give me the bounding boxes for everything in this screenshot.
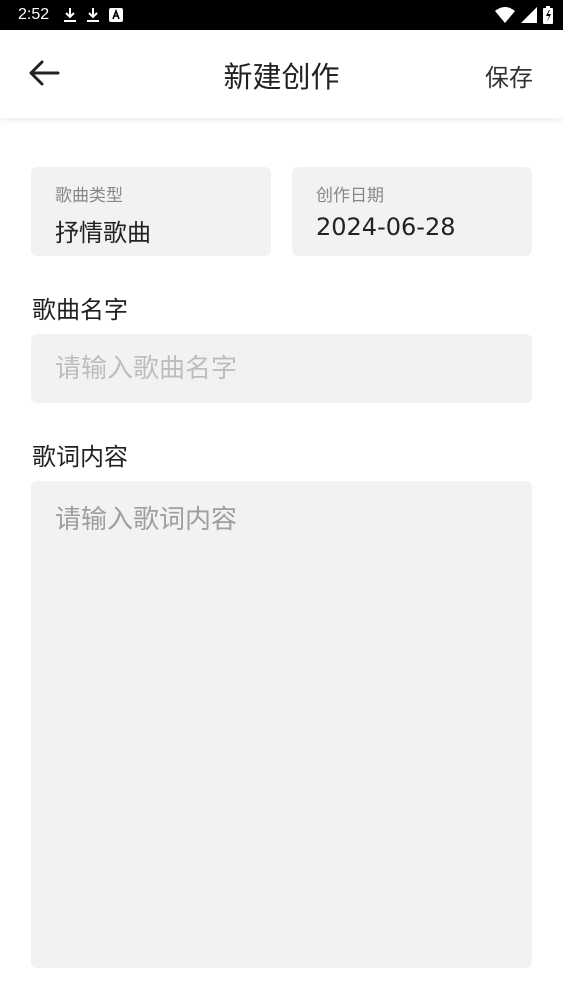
creation-date-value: 2024-06-28	[316, 213, 456, 241]
app-bar: 新建创作 保存	[0, 30, 563, 118]
battery-icon	[543, 6, 553, 24]
status-time: 2:52	[18, 6, 50, 23]
status-left-icons	[63, 7, 124, 23]
song-name-label: 歌曲名字	[32, 296, 128, 324]
song-name-field[interactable]	[31, 334, 532, 403]
song-type-value: 抒情歌曲	[55, 219, 151, 247]
creation-date-caption: 创作日期	[316, 186, 384, 206]
lyrics-label: 歌词内容	[32, 443, 128, 471]
lyrics-textarea[interactable]	[31, 481, 532, 968]
status-right-icons	[495, 6, 553, 24]
download-icon	[63, 7, 77, 23]
song-type-caption: 歌曲类型	[55, 186, 123, 206]
lyrics-field[interactable]	[31, 481, 532, 968]
creation-date-picker[interactable]: 创作日期 2024-06-28	[292, 167, 532, 256]
signal-icon	[521, 7, 537, 23]
status-bar: 2:52	[0, 0, 563, 30]
a-badge-icon	[109, 8, 124, 22]
save-button[interactable]: 保存	[485, 58, 533, 93]
page-title: 新建创作	[223, 60, 340, 94]
download-icon	[86, 7, 100, 23]
song-type-selector[interactable]: 歌曲类型 抒情歌曲	[31, 167, 271, 256]
wifi-icon	[495, 7, 515, 23]
song-name-input[interactable]	[31, 334, 532, 403]
